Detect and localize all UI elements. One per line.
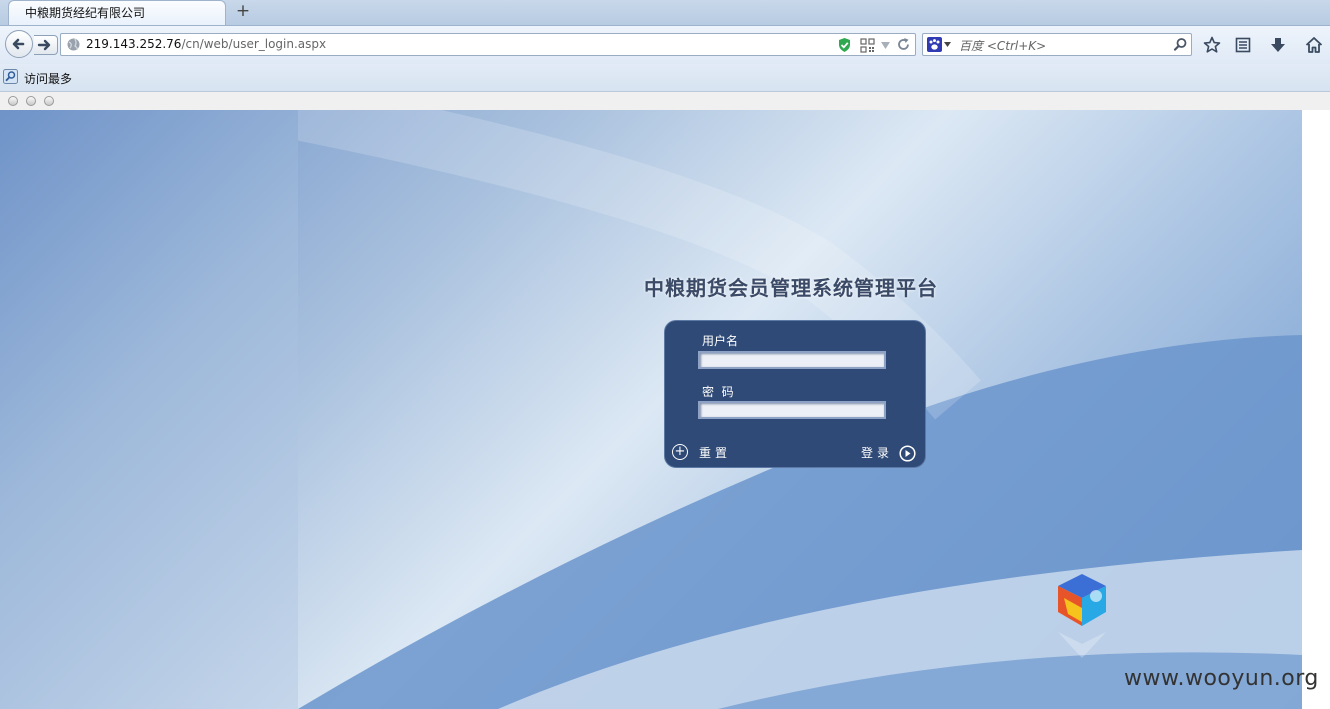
bookmark-most-visited[interactable]: 访问最多 bbox=[3, 68, 83, 86]
bookmarks-menu-icon[interactable] bbox=[1234, 36, 1252, 54]
back-arrow-icon bbox=[12, 38, 25, 50]
bookmark-label: 访问最多 bbox=[24, 72, 73, 86]
new-tab-button[interactable]: + bbox=[234, 2, 252, 20]
tab-title: 中粮期货经纪有限公司 bbox=[25, 6, 146, 20]
forward-button[interactable] bbox=[34, 35, 58, 55]
reset-label: 重置 bbox=[699, 446, 732, 460]
shield-check-icon[interactable] bbox=[837, 37, 852, 53]
login-page-background: 中粮期货会员管理系统管理平台 用户名 密 码 + 重置 登录 bbox=[0, 110, 1302, 709]
page-right-margin bbox=[1302, 110, 1330, 709]
password-field[interactable] bbox=[698, 401, 886, 419]
url-host: 219.143.252.76 bbox=[86, 37, 182, 51]
search-engine-selector[interactable] bbox=[927, 37, 953, 52]
search-input[interactable]: 百度 <Ctrl+K> bbox=[959, 37, 1046, 54]
search-icon[interactable] bbox=[1173, 37, 1188, 52]
tab-strip: 中粮期货经纪有限公司 + bbox=[0, 0, 1330, 26]
window-control-dot[interactable] bbox=[44, 96, 54, 106]
plus-circle-icon: + bbox=[672, 444, 688, 460]
login-label: 登录 bbox=[861, 446, 894, 460]
tab-active[interactable]: 中粮期货经纪有限公司 bbox=[8, 0, 226, 25]
back-button[interactable] bbox=[5, 30, 33, 58]
cube-logo-icon bbox=[1058, 574, 1106, 658]
bookmark-star-icon[interactable] bbox=[1203, 36, 1221, 54]
most-visited-icon bbox=[3, 69, 18, 84]
search-bar[interactable]: 百度 <Ctrl+K> bbox=[922, 33, 1192, 56]
dropdown-arrow-icon[interactable] bbox=[880, 41, 891, 50]
watermark-text: www.wooyun.org bbox=[1124, 666, 1319, 691]
reset-button[interactable]: + 重置 bbox=[672, 443, 742, 461]
download-arrow-icon[interactable] bbox=[1269, 36, 1287, 54]
url-path: /cn/web/user_login.aspx bbox=[181, 37, 327, 51]
addon-bar bbox=[0, 92, 1330, 110]
login-panel: 用户名 密 码 + 重置 登录 bbox=[664, 320, 926, 468]
baidu-paw-icon bbox=[927, 37, 942, 52]
navigation-toolbar: 219.143.252.76/cn/web/user_login.aspx 百度… bbox=[0, 26, 1330, 64]
chevron-down-icon bbox=[944, 42, 951, 47]
qr-code-icon[interactable] bbox=[860, 38, 875, 53]
username-field[interactable] bbox=[698, 351, 886, 369]
reload-icon[interactable] bbox=[896, 37, 911, 52]
play-circle-icon bbox=[899, 445, 916, 462]
url-text: 219.143.252.76/cn/web/user_login.aspx bbox=[86, 37, 326, 51]
window-control-dot[interactable] bbox=[26, 96, 36, 106]
forward-arrow-icon bbox=[37, 39, 51, 51]
left-background-panel bbox=[0, 110, 298, 709]
login-button[interactable]: 登录 bbox=[861, 443, 921, 462]
page-title: 中粮期货会员管理系统管理平台 bbox=[644, 276, 938, 300]
home-icon[interactable] bbox=[1305, 36, 1323, 54]
bookmarks-toolbar: 访问最多 bbox=[0, 64, 1330, 92]
address-bar[interactable]: 219.143.252.76/cn/web/user_login.aspx bbox=[60, 33, 916, 56]
password-label: 密 码 bbox=[702, 385, 734, 399]
username-label: 用户名 bbox=[702, 334, 739, 348]
window-control-dot[interactable] bbox=[8, 96, 18, 106]
globe-icon bbox=[67, 38, 80, 51]
